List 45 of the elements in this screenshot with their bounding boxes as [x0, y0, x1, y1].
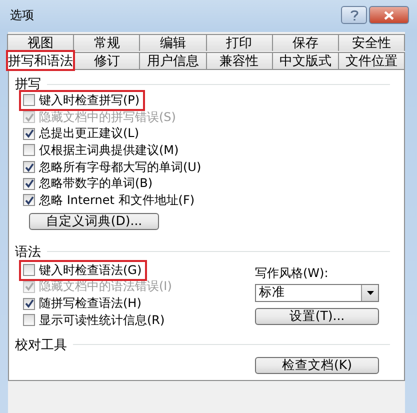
tab[interactable]: 文件位置 [338, 52, 406, 69]
option-label: 忽略 Internet 和文件地址(F) [39, 192, 195, 209]
section-title: 语法 [15, 244, 41, 261]
option-label: 忽略带数字的单词(B) [39, 175, 153, 192]
section-title: 校对工具 [15, 336, 67, 354]
close-icon [384, 10, 394, 20]
checkbox[interactable] [23, 264, 35, 276]
window-title: 选项 [10, 6, 34, 24]
tab[interactable]: 安全性 [338, 34, 406, 51]
tab[interactable]: 视图 [7, 34, 74, 51]
tab[interactable]: 用户信息 [139, 52, 207, 69]
help-icon [350, 10, 358, 20]
option-label: 键入时检查语法(G) [39, 262, 142, 279]
check-document-button[interactable]: 检查文档(K) [255, 356, 379, 374]
tab[interactable]: 中文版式 [272, 52, 339, 69]
checkbox[interactable] [23, 178, 35, 190]
option-label: 忽略所有字母都大写的单词(U) [39, 158, 202, 176]
checkbox[interactable] [23, 94, 35, 106]
option-label: 显示可读性统计信息(R) [39, 312, 165, 329]
tab[interactable]: 常规 [73, 34, 140, 51]
help-button[interactable] [341, 6, 367, 24]
tab[interactable]: 保存 [272, 34, 339, 51]
tab[interactable]: 编辑 [139, 34, 207, 51]
section-title: 拼写 [15, 76, 41, 93]
writing-style-dropdown[interactable]: 标准 [255, 284, 379, 302]
option-label: 键入时检查拼写(P) [39, 92, 140, 109]
tab[interactable]: 修订 [73, 52, 140, 69]
checkbox[interactable] [23, 314, 35, 326]
checkbox[interactable] [23, 144, 35, 156]
option-label: 隐藏文档中的拼写错误(S) [39, 108, 176, 126]
tab[interactable]: 兼容性 [206, 52, 273, 69]
custom-dictionary-button[interactable]: 自定义词典(D)... [29, 212, 159, 230]
dropdown-arrow-icon [366, 290, 374, 295]
option-label: 仅根据主词典提供建议(M) [39, 142, 179, 159]
option-label: 随拼写检查语法(H) [39, 295, 142, 312]
tab[interactable]: 拼写和语法 [7, 51, 74, 70]
tab[interactable]: 打印 [206, 34, 273, 51]
option-label: 总提出更正建议(L) [39, 125, 140, 142]
checkbox[interactable] [23, 298, 35, 310]
checkbox[interactable] [23, 161, 35, 174]
field-label: 写作风格(W): [255, 264, 330, 282]
close-button[interactable] [369, 6, 409, 24]
settings-button[interactable]: 设置(T)... [255, 308, 379, 325]
checkbox[interactable] [23, 128, 35, 140]
checkbox[interactable] [23, 194, 35, 206]
